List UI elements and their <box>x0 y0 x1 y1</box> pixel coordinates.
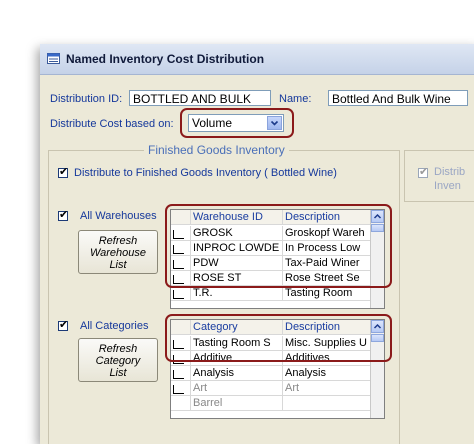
warehouse-row-selector[interactable] <box>171 286 191 301</box>
cost-basis-label: Distribute Cost based on: <box>50 118 174 130</box>
name-label: Name: <box>279 93 312 105</box>
all-warehouses-checkbox[interactable]: ✔ <box>58 209 69 221</box>
cost-basis-callout <box>180 108 294 138</box>
check-icon: ✔ <box>59 209 69 221</box>
cost-distribution-window: Named Inventory Cost Distribution Distri… <box>40 44 474 444</box>
category-row-select-mark <box>173 385 184 394</box>
refresh-category-label-3: List <box>109 367 127 379</box>
category-row-description[interactable] <box>283 396 371 411</box>
category-row-selector[interactable] <box>171 366 191 381</box>
right-group-label-2: Inven <box>434 180 461 192</box>
category-row-description[interactable]: Art <box>283 381 371 396</box>
all-categories-checkbox[interactable]: ✔ <box>58 319 69 331</box>
category-row-selector[interactable] <box>171 381 191 396</box>
warehouse-row-select-mark <box>173 290 184 299</box>
refresh-warehouse-label-3: List <box>109 259 127 271</box>
warehouse-row-id[interactable]: T.R. <box>191 286 283 301</box>
finished-goods-title: Finished Goods Inventory <box>144 143 289 157</box>
name-field[interactable]: Bottled And Bulk Wine <box>328 90 468 106</box>
refresh-warehouse-label-2: Warehouse <box>89 247 147 259</box>
category-row-selector[interactable] <box>171 396 191 411</box>
refresh-warehouse-label-1: Refresh <box>98 235 138 247</box>
warehouse-row-description[interactable]: Tasting Room <box>283 286 371 301</box>
refresh-category-label-1: Refresh <box>98 343 138 355</box>
distribute-finished-goods-label: Distribute to Finished Goods Inventory (… <box>74 167 337 179</box>
distribute-inventory-checkbox[interactable]: ✔ <box>418 166 429 178</box>
distribute-finished-goods-checkbox[interactable]: ✔ <box>58 166 69 178</box>
category-grid-callout <box>165 314 392 362</box>
check-icon: ✔ <box>419 166 429 178</box>
refresh-category-label-2: Category <box>95 355 141 367</box>
category-row-id[interactable]: Analysis <box>191 366 283 381</box>
refresh-warehouse-button[interactable]: Refresh Warehouse List <box>78 230 158 274</box>
title-bar[interactable]: Named Inventory Cost Distribution <box>40 44 474 75</box>
all-categories-label: All Categories <box>80 320 149 332</box>
check-icon: ✔ <box>59 166 69 178</box>
all-warehouses-label: All Warehouses <box>80 210 157 222</box>
category-row-select-mark <box>173 370 184 379</box>
warehouse-grid-callout <box>165 204 392 288</box>
right-group-label-1: Distrib <box>434 166 466 178</box>
form-icon <box>47 53 60 64</box>
refresh-category-button[interactable]: Refresh Category List <box>78 338 158 382</box>
category-row-description[interactable]: Analysis <box>283 366 371 381</box>
category-row-id[interactable]: Art <box>191 381 283 396</box>
check-icon: ✔ <box>59 319 69 331</box>
distribution-id-field[interactable]: BOTTLED AND BULK <box>129 90 271 106</box>
category-row-id[interactable]: Barrel <box>191 396 283 411</box>
window-title: Named Inventory Cost Distribution <box>66 52 265 66</box>
distribution-id-label: Distribution ID: <box>50 93 123 105</box>
